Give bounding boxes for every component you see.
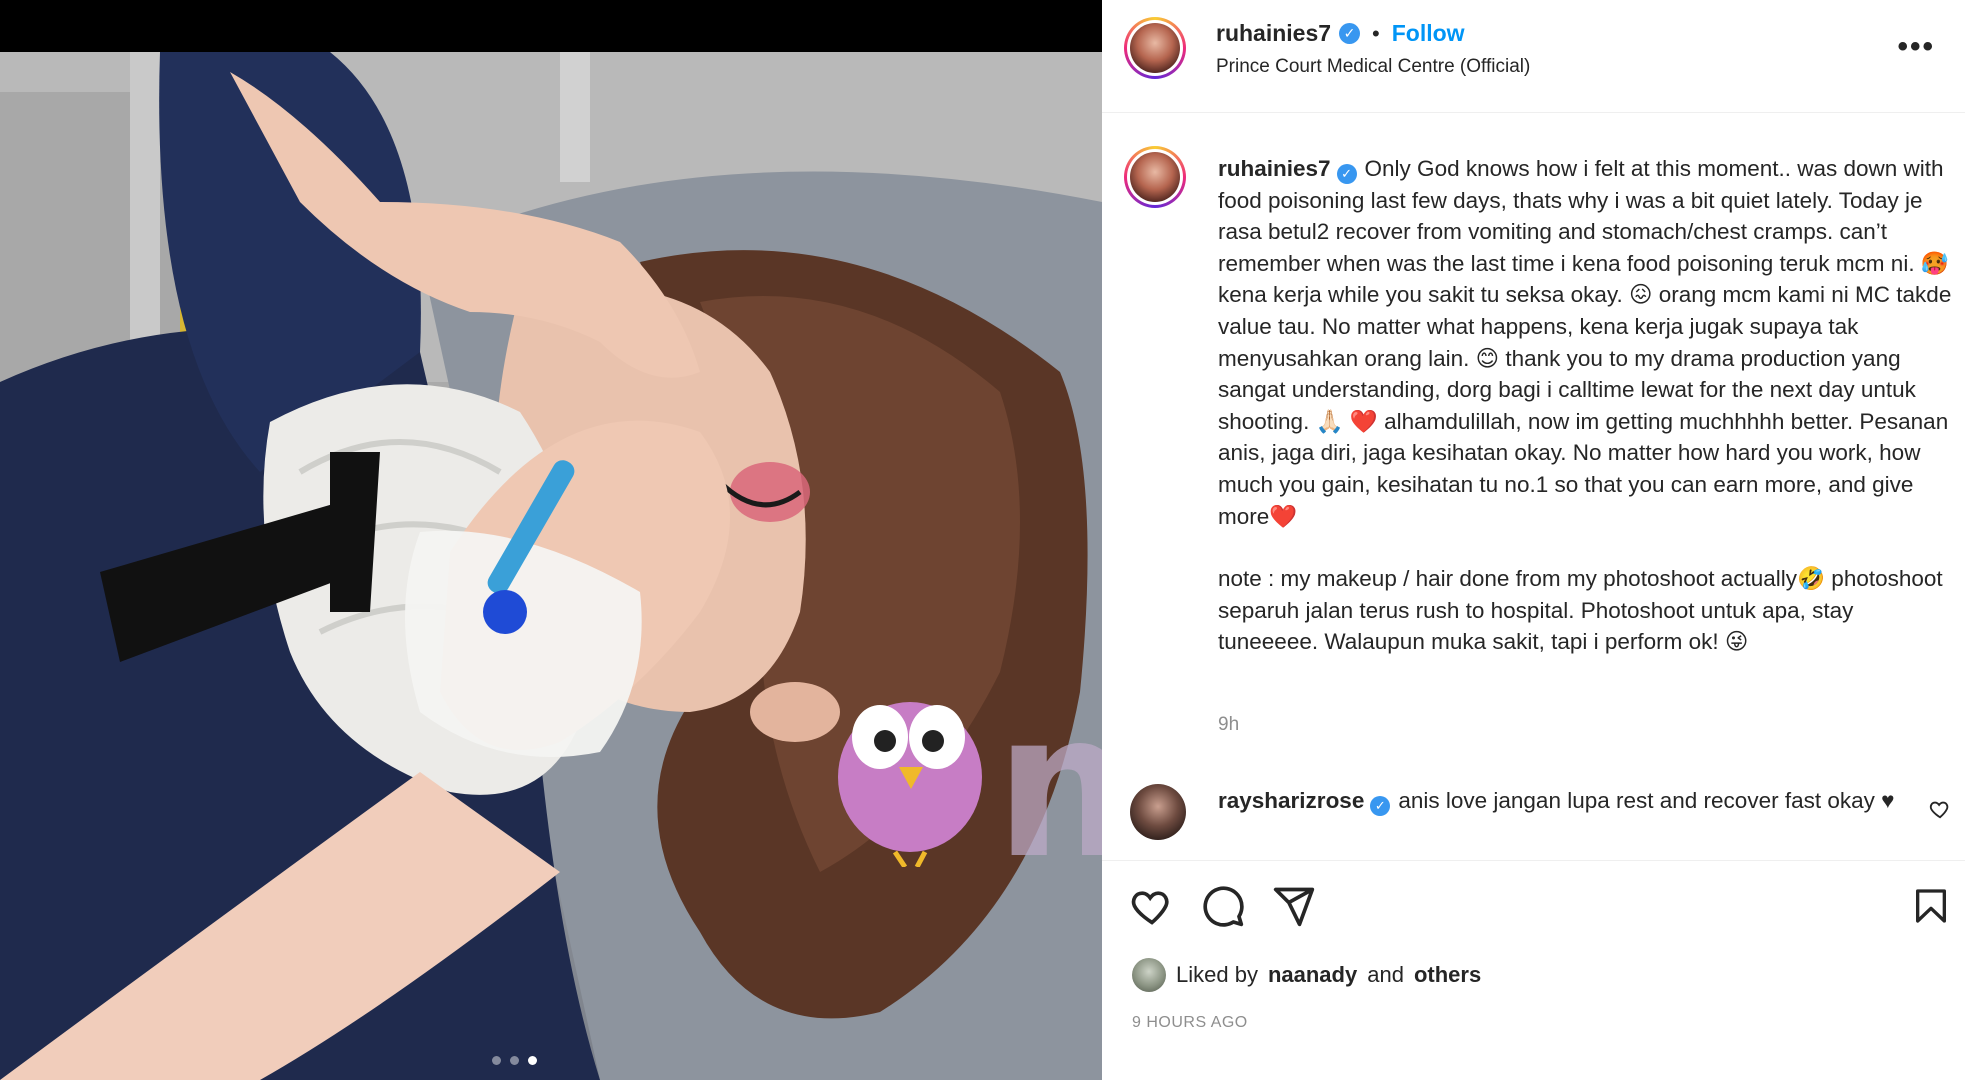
caption-body: Only God knows how i felt at this moment… [1218,156,1958,529]
likes-prefix: Liked by [1176,962,1258,987]
action-bar [1102,860,1965,951]
more-options-icon[interactable]: ••• [1897,30,1935,64]
comment-text: raysharizrose ✓ anis love jangan lupa rest… [1218,785,1898,817]
caption-avatar[interactable] [1124,146,1186,208]
comment-icon[interactable] [1201,884,1245,928]
carousel-dot[interactable] [492,1056,501,1065]
caption-text: ruhainies7 ✓ Only God knows how i felt at … [1218,153,1953,658]
commenter-username[interactable]: raysharizrose [1218,788,1364,813]
author-row: ruhainies7 ✓ • Follow [1216,20,1465,47]
small-heart-icon[interactable] [1929,798,1951,820]
verified-badge-icon: ✓ [1336,163,1357,184]
verified-badge-icon: ✓ [1370,795,1391,816]
photo-illustration [0,52,1102,1080]
comment-row: raysharizrose ✓ anis love jangan lupa rest… [1102,776,1965,858]
author-username[interactable]: ruhainies7 [1216,20,1331,47]
caption-username[interactable]: ruhainies7 [1218,156,1331,181]
caption-note: note : my makeup / hair done from my pho… [1218,566,1949,655]
location-link[interactable]: Prince Court Medical Centre (Official) [1216,56,1530,78]
share-icon[interactable] [1272,884,1316,928]
liker-username[interactable]: naanady [1268,962,1357,988]
author-avatar[interactable] [1124,17,1186,79]
carousel-indicator [492,1056,537,1065]
likes-and: and [1367,962,1404,987]
carousel-dot[interactable] [510,1056,519,1065]
post-panel: ruhainies7 ✓ • Follow Prince Court Medic… [1102,0,1965,1080]
likes-others-link[interactable]: others [1414,962,1481,988]
caption-time[interactable]: 9h [1218,714,1239,736]
heart-icon[interactable] [1130,884,1174,928]
verified-badge-icon: ✓ [1339,23,1361,44]
liker-avatar[interactable] [1132,958,1166,992]
commenter-avatar[interactable] [1130,784,1186,840]
bookmark-icon[interactable] [1911,884,1951,928]
post-media[interactable]: murai [0,0,1102,1080]
separator-dot: • [1372,20,1380,46]
media-top-bar [0,0,1102,52]
follow-button[interactable]: Follow [1392,20,1465,47]
post-photo[interactable]: murai [0,52,1102,1080]
post-header: ruhainies7 ✓ • Follow Prince Court Medic… [1102,0,1965,113]
carousel-dot-active[interactable] [528,1056,537,1065]
comment-body: anis love jangan lupa rest and recover f… [1398,788,1895,813]
likes-summary: Liked by naanady and others [1132,958,1481,992]
post-timestamp[interactable]: 9 HOURS AGO [1132,1014,1248,1032]
caption-paragraph: ruhainies7 ✓ Only God knows how i felt at … [1218,153,1953,532]
